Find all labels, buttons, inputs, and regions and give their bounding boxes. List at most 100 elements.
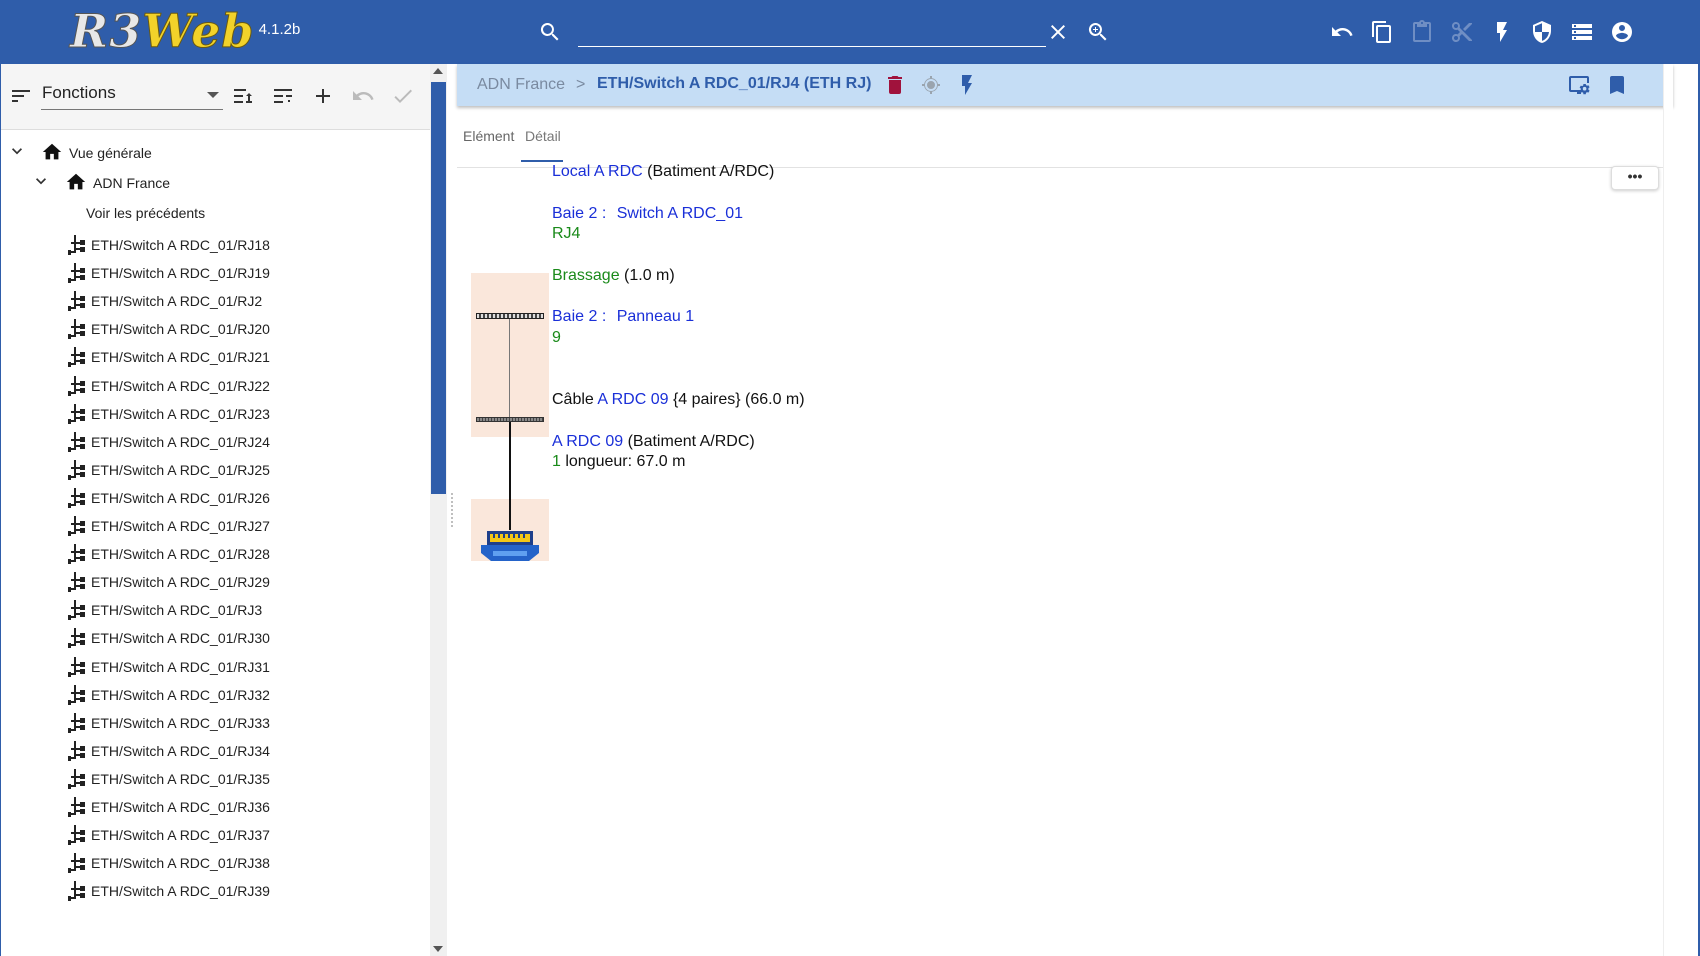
show-previous-link[interactable]: Voir les précédents	[86, 200, 205, 226]
function-select[interactable]: Fonctions	[41, 80, 223, 110]
tree-port-item[interactable]: ETH/Switch A RDC_01/RJ30	[65, 625, 270, 651]
function-tree: Vue générale ADN France Voir les précéde…	[1, 130, 431, 956]
tree-port-label: ETH/Switch A RDC_01/RJ19	[91, 265, 270, 282]
tree-port-item[interactable]: ETH/Switch A RDC_01/RJ31	[65, 654, 270, 680]
tree-port-label: ETH/Switch A RDC_01/RJ24	[91, 433, 270, 450]
network-port-icon	[65, 851, 89, 875]
tree-port-item[interactable]: ETH/Switch A RDC_01/RJ22	[65, 373, 270, 399]
locate-icon[interactable]	[919, 73, 943, 97]
switch-icon[interactable]	[476, 313, 544, 319]
outlet-link[interactable]: A RDC 09	[552, 433, 623, 450]
network-port-icon	[65, 542, 89, 566]
local-link[interactable]: Local A RDC	[552, 163, 643, 180]
tree-port-item[interactable]: ETH/Switch A RDC_01/RJ27	[65, 513, 270, 539]
scroll-up-icon[interactable]	[433, 68, 443, 74]
panel-link[interactable]: Panneau 1	[617, 308, 694, 325]
tree-node-adn-france[interactable]: ADN France	[31, 170, 170, 196]
network-port-icon	[65, 233, 89, 257]
bookmark-icon[interactable]	[1605, 73, 1629, 97]
cut-icon[interactable]	[1450, 20, 1474, 44]
active-tab-indicator	[521, 160, 563, 162]
shield-icon[interactable]	[1530, 20, 1554, 44]
detail-baie-panel: Baie 2 : Panneau 1	[552, 308, 694, 326]
tree-port-item[interactable]: ETH/Switch A RDC_01/RJ2	[65, 288, 262, 314]
left-toolbar: Fonctions	[1, 64, 431, 130]
add-icon[interactable]	[311, 84, 335, 108]
tree-node-root[interactable]: Vue générale	[7, 140, 152, 166]
main-panel: ADN France > ETH/Switch A RDC_01/RJ4 (ET…	[457, 64, 1673, 956]
tree-port-item[interactable]: ETH/Switch A RDC_01/RJ26	[65, 485, 270, 511]
search-icon[interactable]	[538, 20, 562, 44]
trash-icon[interactable]	[883, 73, 907, 97]
outlet-location: (Batiment A/RDC)	[623, 433, 755, 450]
tree-port-label: ETH/Switch A RDC_01/RJ25	[91, 461, 270, 478]
tree-port-item[interactable]: ETH/Switch A RDC_01/RJ29	[65, 569, 270, 595]
tree-port-label: ETH/Switch A RDC_01/RJ30	[91, 630, 270, 647]
panel-splitter[interactable]	[447, 64, 457, 956]
chevron-down-icon[interactable]	[7, 141, 31, 165]
collapse-list-icon[interactable]	[271, 84, 295, 108]
panel-port[interactable]: 9	[552, 329, 561, 347]
cable-prefix: Câble	[552, 391, 598, 408]
outlet-port[interactable]: 1	[552, 453, 561, 470]
network-port-icon	[65, 374, 89, 398]
tree-port-label: ETH/Switch A RDC_01/RJ28	[91, 546, 270, 563]
tree-port-item[interactable]: ETH/Switch A RDC_01/RJ23	[65, 401, 270, 427]
tree-port-item[interactable]: ETH/Switch A RDC_01/RJ39	[65, 878, 270, 904]
tree-port-item[interactable]: ETH/Switch A RDC_01/RJ34	[65, 738, 270, 764]
tree-port-label: ETH/Switch A RDC_01/RJ2	[91, 293, 263, 310]
expand-list-icon[interactable]	[231, 84, 255, 108]
baie-prefix[interactable]: Baie 2 :	[552, 308, 611, 325]
chevron-down-icon[interactable]	[31, 171, 55, 195]
bolt-icon[interactable]	[955, 73, 979, 97]
network-port-icon	[65, 317, 89, 341]
tree-port-item[interactable]: ETH/Switch A RDC_01/RJ37	[65, 822, 270, 848]
search-input[interactable]	[578, 20, 1046, 44]
tab-element[interactable]: Elément	[463, 128, 514, 144]
top-actions	[1330, 20, 1634, 44]
tree-port-item[interactable]: ETH/Switch A RDC_01/RJ25	[65, 457, 270, 483]
storage-icon[interactable]	[1570, 20, 1594, 44]
tree-port-item[interactable]: ETH/Switch A RDC_01/RJ24	[65, 429, 270, 455]
tree-port-item[interactable]: ETH/Switch A RDC_01/RJ20	[65, 316, 270, 342]
brassage-link[interactable]: Brassage	[552, 267, 620, 284]
left-scrollbar[interactable]	[430, 64, 447, 956]
scroll-down-icon[interactable]	[433, 946, 443, 952]
cable-link[interactable]: A RDC 09	[597, 391, 668, 408]
tree-port-item[interactable]: ETH/Switch A RDC_01/RJ18	[65, 232, 270, 258]
splitter-grip-icon[interactable]	[450, 492, 454, 528]
network-port-icon	[65, 683, 89, 707]
undo-icon[interactable]	[351, 84, 375, 108]
tree-port-item[interactable]: ETH/Switch A RDC_01/RJ28	[65, 541, 270, 567]
check-icon[interactable]	[391, 84, 415, 108]
paste-icon[interactable]	[1410, 20, 1434, 44]
zoom-in-icon[interactable]	[1086, 20, 1110, 44]
sort-icon[interactable]	[9, 84, 33, 108]
wall-outlet-icon[interactable]	[479, 531, 541, 561]
clear-icon[interactable]	[1046, 20, 1070, 44]
breadcrumb: ADN France > ETH/Switch A RDC_01/RJ4 (ET…	[457, 64, 1673, 106]
account-icon[interactable]	[1610, 20, 1634, 44]
copy-icon[interactable]	[1370, 20, 1394, 44]
brassage-length: (1.0 m)	[619, 267, 675, 284]
tree-port-item[interactable]: ETH/Switch A RDC_01/RJ33	[65, 710, 270, 736]
display-settings-icon[interactable]	[1567, 73, 1591, 97]
tree-port-item[interactable]: ETH/Switch A RDC_01/RJ32	[65, 682, 270, 708]
switch-link[interactable]: Switch A RDC_01	[617, 205, 743, 222]
switch-port[interactable]: RJ4	[552, 225, 580, 243]
undo-icon[interactable]	[1330, 20, 1354, 44]
tree-port-item[interactable]: ETH/Switch A RDC_01/RJ35	[65, 766, 270, 792]
tab-detail[interactable]: Détail	[525, 128, 561, 144]
tree-port-item[interactable]: ETH/Switch A RDC_01/RJ3	[65, 597, 262, 623]
more-options-button[interactable]: •••	[1611, 166, 1659, 190]
breadcrumb-root[interactable]: ADN France	[477, 76, 565, 94]
rack-background	[471, 273, 549, 437]
tree-port-item[interactable]: ETH/Switch A RDC_01/RJ19	[65, 260, 270, 286]
tree-port-item[interactable]: ETH/Switch A RDC_01/RJ36	[65, 794, 270, 820]
bolt-icon[interactable]	[1490, 20, 1514, 44]
scroll-thumb[interactable]	[431, 82, 446, 494]
baie-prefix[interactable]: Baie 2 :	[552, 205, 611, 222]
tree-port-item[interactable]: ETH/Switch A RDC_01/RJ21	[65, 344, 270, 370]
app-logo[interactable]: R3 Web 4.1.2b	[69, 6, 300, 57]
tree-port-item[interactable]: ETH/Switch A RDC_01/RJ38	[65, 850, 270, 876]
